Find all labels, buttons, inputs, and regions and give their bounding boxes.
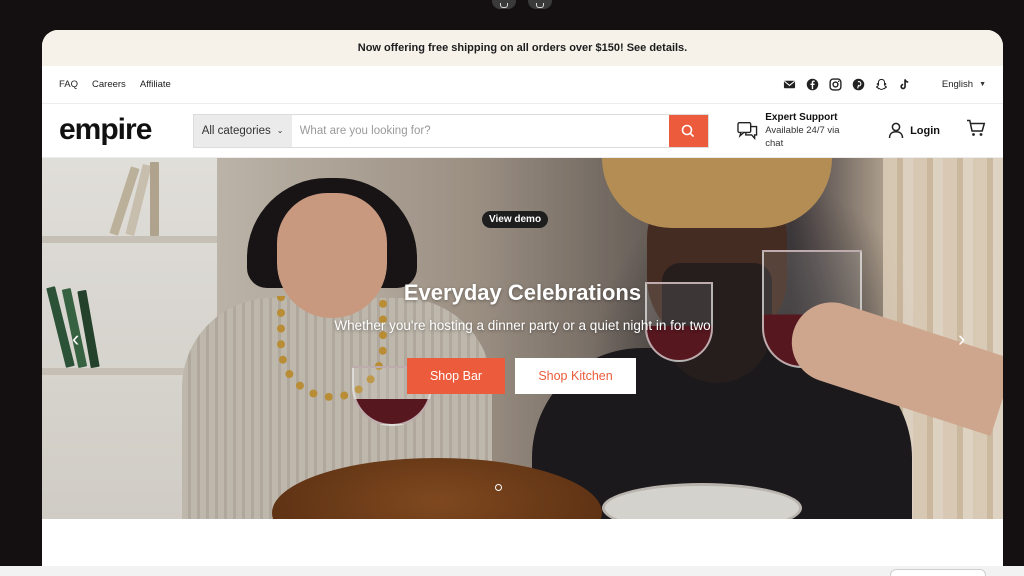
browser-top-dock — [492, 0, 552, 9]
login-label: Login — [910, 124, 940, 137]
support-title: Expert Support — [765, 112, 838, 123]
previous-slide-arrow-icon[interactable]: ‹ — [72, 326, 79, 352]
login-link[interactable]: Login — [888, 122, 940, 139]
utility-bar: FAQ Careers Affiliate English ▼ — [42, 66, 1003, 104]
snapchat-icon[interactable] — [875, 78, 889, 92]
language-selector[interactable]: English ▼ — [942, 79, 986, 90]
chevron-down-icon: ▼ — [979, 81, 986, 88]
expert-support[interactable]: Expert Support Available 24/7 via chat — [737, 111, 858, 150]
announcement-bar[interactable]: Now offering free shipping on all orders… — [42, 30, 1003, 66]
slide-indicator-dot[interactable] — [495, 484, 502, 491]
hero-slideshow: View demo Everyday Celebrations Whether … — [42, 158, 1003, 519]
user-icon — [888, 122, 904, 139]
logo[interactable]: empire — [59, 113, 175, 147]
hero-title: Everyday Celebrations — [403, 280, 642, 305]
utility-links: FAQ Careers Affiliate — [59, 79, 171, 90]
next-slide-arrow-icon[interactable]: › — [958, 326, 965, 352]
search-bar: All categories ⌄ — [192, 113, 709, 148]
search-input[interactable] — [291, 114, 669, 147]
mobile-view-icon[interactable] — [528, 0, 552, 9]
view-demo-badge[interactable]: View demo — [482, 211, 549, 228]
facebook-icon[interactable] — [806, 78, 820, 92]
bottom-bar — [0, 566, 1024, 576]
cart-icon — [967, 119, 986, 136]
shop-kitchen-button[interactable]: Shop Kitchen — [515, 358, 636, 394]
pinterest-icon[interactable] — [852, 78, 866, 92]
careers-link[interactable]: Careers — [92, 79, 126, 90]
email-icon[interactable] — [783, 78, 797, 92]
hero-subtitle: Whether you're hosting a dinner party or… — [334, 318, 711, 333]
shop-bar-button[interactable]: Shop Bar — [407, 358, 505, 394]
instagram-icon[interactable] — [829, 78, 843, 92]
social-links — [783, 78, 912, 92]
search-button[interactable] — [668, 114, 708, 147]
category-label: All categories — [201, 124, 271, 137]
category-dropdown[interactable]: All categories ⌄ — [193, 114, 292, 147]
cart-button[interactable] — [966, 119, 986, 142]
search-icon — [681, 124, 695, 137]
affiliate-link[interactable]: Affiliate — [140, 79, 171, 90]
support-text: Expert Support Available 24/7 via chat — [765, 111, 858, 150]
announcement-text[interactable]: Now offering free shipping on all orders… — [358, 42, 687, 54]
tiktok-icon[interactable] — [898, 78, 912, 92]
chevron-down-icon: ⌄ — [276, 126, 284, 135]
language-label: English — [941, 79, 974, 90]
faq-link[interactable]: FAQ — [59, 79, 78, 90]
store-frame: Now offering free shipping on all orders… — [42, 30, 1003, 576]
main-header: empire All categories ⌄ Expert Support A… — [42, 104, 1003, 158]
desktop-view-icon[interactable] — [492, 0, 516, 9]
bottom-pill[interactable] — [890, 569, 986, 576]
support-subtitle: Available 24/7 via chat — [765, 125, 840, 149]
chat-icon — [737, 121, 757, 140]
